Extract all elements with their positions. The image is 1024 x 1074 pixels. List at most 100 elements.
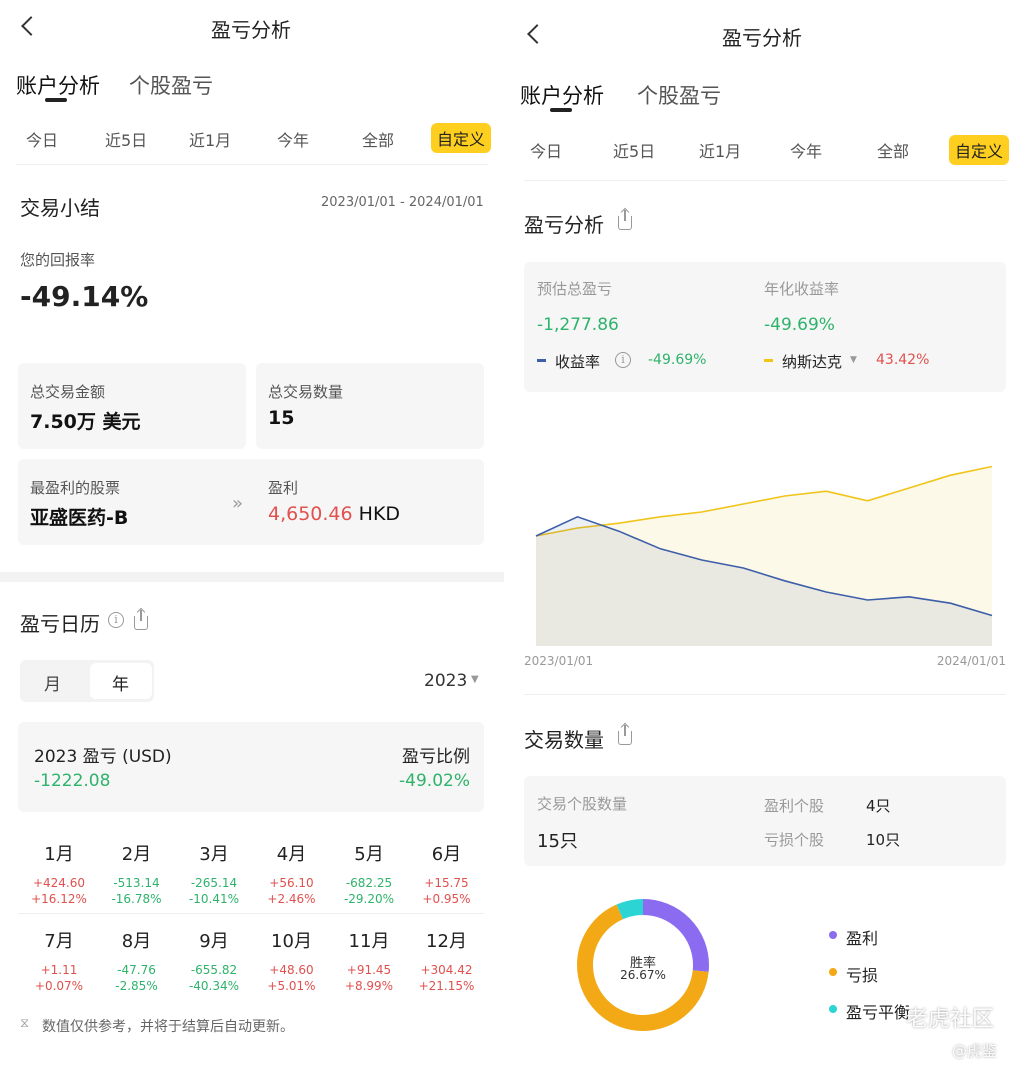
calendar-note: 数值仅供参考，并将于结算后自动更新。 [42, 1019, 294, 1035]
period-today[interactable]: 今日 [530, 138, 562, 162]
legend-breakeven: 盈亏平衡 [846, 1003, 911, 1022]
month-divider [18, 913, 484, 914]
month-percent: -10.41% [188, 892, 240, 906]
month-cell[interactable]: 12月 +304.42 +21.15% [408, 927, 486, 994]
est-label: 预估总盈亏 [537, 280, 613, 298]
est-value: -1,277.86 [537, 315, 619, 335]
series2-name[interactable]: 纳斯达克 [782, 351, 842, 372]
share-icon[interactable] [134, 610, 148, 630]
watermark: 老虎社区 [906, 1007, 995, 1032]
hourglass-icon: ⧖ [20, 1016, 30, 1031]
share-icon[interactable] [618, 725, 632, 745]
period-custom[interactable]: 自定义 [949, 135, 1010, 165]
month-cell[interactable]: 9月 -655.82 -40.34% [175, 927, 253, 994]
return-value: -49.14% [20, 280, 149, 313]
month-cell[interactable]: 6月 +15.75 +0.95% [408, 840, 486, 907]
month-cell[interactable]: 4月 +56.10 +2.46% [253, 840, 331, 907]
month-cell[interactable]: 3月 -265.14 -10.41% [175, 840, 253, 907]
month-amount: +424.60 [32, 876, 86, 890]
tab-account-analysis[interactable]: 账户分析 [16, 70, 100, 100]
period-all[interactable]: 全部 [362, 127, 394, 151]
tab-stock-pl[interactable]: 个股盈亏 [129, 70, 213, 100]
month-amount: -265.14 [190, 876, 238, 890]
series1-name: 收益率 [555, 353, 601, 371]
return-label: 您的回报率 [20, 251, 96, 269]
tab-stock-pl[interactable]: 个股盈亏 [637, 80, 721, 110]
month-cell[interactable]: 11月 +91.45 +8.99% [330, 927, 408, 994]
profit-stocks-value: 4只 [866, 797, 891, 815]
back-icon[interactable] [21, 16, 41, 36]
share-icon[interactable] [618, 210, 632, 230]
back-icon[interactable] [527, 24, 547, 44]
period-ytd[interactable]: 今年 [277, 127, 309, 151]
month-percent: +5.01% [267, 979, 316, 993]
series2-value: 43.42% [876, 352, 930, 368]
best-stock-label: 最盈利的股票 [30, 479, 121, 497]
mode-month[interactable]: 月 [44, 670, 61, 695]
month-name: 1月 [44, 844, 74, 865]
month-amount: +48.60 [269, 963, 314, 977]
period-1m[interactable]: 近1月 [189, 127, 231, 151]
series2-swatch [764, 359, 773, 362]
divider [16, 164, 488, 165]
month-name: 8月 [121, 931, 152, 952]
period-all[interactable]: 全部 [877, 138, 909, 162]
profit-value: 4,650.46 [268, 503, 353, 525]
watermark-handle: @虎鉴 [952, 1042, 998, 1060]
period-1m[interactable]: 近1月 [699, 138, 741, 162]
page-title: 盈亏分析 [722, 26, 802, 50]
month-name: 3月 [199, 844, 229, 865]
month-amount: -655.82 [190, 963, 238, 977]
legend-loss-dot [829, 968, 837, 976]
year-select[interactable]: 2023 [424, 671, 467, 691]
period-5d[interactable]: 近5日 [105, 127, 147, 151]
month-cell[interactable]: 1月 +424.60 +16.12% [20, 840, 98, 907]
month-name: 7月 [44, 931, 74, 952]
series1-value: -49.69% [648, 352, 707, 368]
ratio-label: 盈亏比例 [402, 747, 470, 767]
period-today[interactable]: 今日 [26, 127, 58, 151]
count-label: 交易个股数量 [537, 795, 628, 813]
month-name: 9月 [199, 931, 229, 952]
month-cell[interactable]: 7月 +1.11 +0.07% [20, 927, 98, 994]
legend-breakeven-dot [829, 1005, 837, 1013]
month-cell[interactable]: 2月 -513.14 -16.78% [98, 840, 176, 907]
annual-label: 年化收益率 [764, 280, 840, 298]
profit-row: 4,650.46 HKD [268, 503, 400, 525]
pl-label: 2023 盈亏 (USD) [34, 747, 172, 767]
month-cell[interactable]: 8月 -47.76 -2.85% [98, 927, 176, 994]
best-stock-card[interactable]: 最盈利的股票 亚盛医药-B » 盈利 4,650.46 HKD [18, 459, 484, 545]
summary-heading: 交易小结 [20, 196, 100, 220]
tab-underline [45, 98, 67, 102]
total-amount-label: 总交易金额 [30, 383, 106, 401]
period-5d[interactable]: 近5日 [613, 138, 655, 162]
count-value: 15只 [537, 831, 578, 852]
tab-account-analysis[interactable]: 账户分析 [520, 80, 604, 110]
series1-swatch [537, 359, 546, 362]
info-icon[interactable]: i [615, 352, 631, 368]
best-stock-value: 亚盛医药-B [30, 507, 129, 529]
legend-profit: 盈利 [846, 929, 879, 948]
month-amount: +1.11 [40, 963, 78, 977]
loss-stocks-value: 10只 [866, 831, 901, 849]
month-cell[interactable]: 5月 -682.25 -29.20% [330, 840, 408, 907]
section-separator [0, 572, 504, 582]
period-custom[interactable]: 自定义 [431, 123, 492, 153]
month-amount: +304.42 [420, 963, 473, 977]
pl-card: 2023 盈亏 (USD) -1222.08 盈亏比例 -49.02% [18, 722, 484, 812]
profit-currency: HKD [358, 503, 401, 525]
period-ytd[interactable]: 今年 [790, 138, 822, 162]
x-label-end: 2024/01/01 [936, 654, 1006, 668]
month-cell[interactable]: 10月 +48.60 +5.01% [253, 927, 331, 994]
pl-summary-card: 预估总盈亏 -1,277.86 年化收益率 -49.69% 收益率 i -49.… [524, 262, 1006, 392]
chevron-down-icon: ▼ [850, 355, 857, 365]
mode-year[interactable]: 年 [112, 670, 129, 695]
month-percent: +21.15% [418, 979, 475, 993]
donut-value: 26.67% [620, 968, 666, 982]
month-percent: -16.78% [111, 892, 162, 906]
pl-heading: 盈亏分析 [524, 213, 604, 237]
annual-value: -49.69% [764, 315, 835, 335]
legend-profit-dot [829, 931, 837, 939]
divider [524, 180, 1006, 181]
info-icon[interactable]: i [108, 612, 124, 628]
